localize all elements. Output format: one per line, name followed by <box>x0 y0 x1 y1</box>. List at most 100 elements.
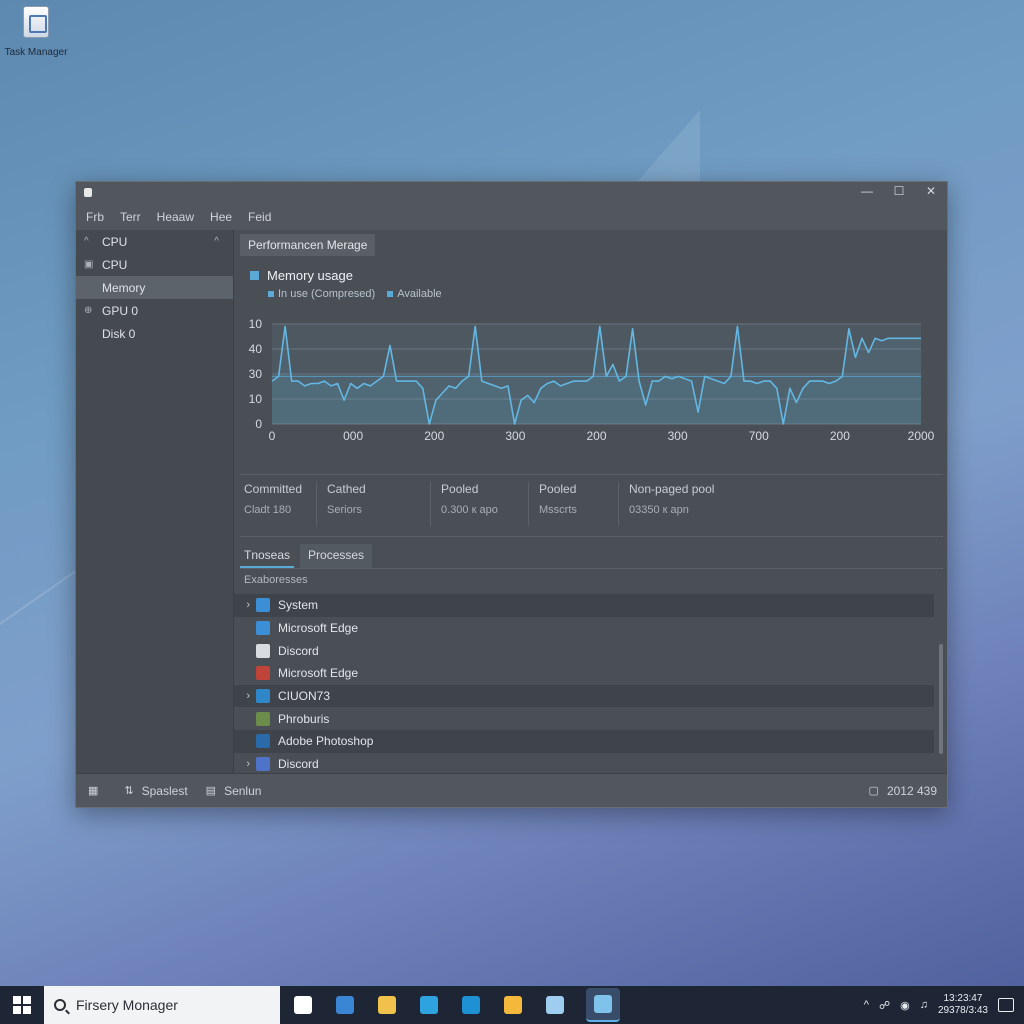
app-icon <box>84 188 92 197</box>
minimize-button[interactable]: — <box>857 184 877 198</box>
taskbar-windows-icon[interactable] <box>292 994 314 1016</box>
process-group-header: Exaboresses <box>244 574 308 586</box>
maximize-button[interactable]: ☐ <box>889 184 909 198</box>
title-bar[interactable]: — ☐ ✕ <box>76 182 947 204</box>
tab-processes-alt[interactable]: Tnoseas <box>240 544 295 568</box>
windows-icon <box>294 996 312 1014</box>
stat-value: Cladt 180 <box>244 504 292 516</box>
table-row[interactable]: › CIUON73 <box>234 684 934 708</box>
tab-performance[interactable]: Performancen Merage <box>240 234 376 256</box>
y-tick-label: 40 <box>249 342 263 356</box>
stat-cached: Cathed Seriors <box>327 482 432 526</box>
menu-item-view[interactable]: Heaaw <box>157 210 194 224</box>
cpu-icon: ▣ <box>84 259 94 270</box>
stat-non-paged-pool: Non-paged pool 03350 к apn <box>629 482 728 526</box>
process-list: › System Microsoft Edge Discord Microsoft Ed… <box>234 594 934 776</box>
sidebar: ^ CPU ^ ▣ CPU Memory ⊕ GPU 0 Disk 0 <box>76 230 234 775</box>
expand-icon[interactable]: › <box>234 690 256 702</box>
sidebar-item-gpu[interactable]: ⊕ GPU 0 <box>76 299 233 322</box>
y-tick-label: 0 <box>255 417 262 431</box>
divider <box>240 536 943 537</box>
taskbar-edge-icon[interactable] <box>418 994 440 1016</box>
status-bar: ▦ ⇅ Spaslest ▤ Senlun ▢ 2012 439 <box>76 773 947 807</box>
sidebar-item-memory[interactable]: Memory <box>76 276 233 299</box>
stat-value: Seriors <box>327 504 362 516</box>
main-panel: Performancen Merage Memory usage In use … <box>234 230 947 775</box>
expand-icon[interactable]: › <box>234 599 256 611</box>
apps-icon <box>546 996 564 1014</box>
stat-label: Non-paged pool <box>629 482 715 496</box>
store-icon <box>336 996 354 1014</box>
stat-pooled: Pooled 0.300 к apo <box>441 482 530 526</box>
status-right-value: 2012 439 <box>886 783 937 798</box>
menu-item-feid[interactable]: Feid <box>248 210 271 224</box>
x-tick-label: 700 <box>749 429 769 443</box>
sidebar-item-cpu-header[interactable]: ^ CPU ^ <box>76 230 233 253</box>
scrollbar[interactable] <box>939 644 943 754</box>
x-tick-label: 300 <box>668 429 688 443</box>
taskbar-folder-icon[interactable] <box>502 994 524 1016</box>
desktop-icon-task-manager[interactable]: Task Manager <box>4 6 68 60</box>
menu-bar: Frb Terr Heaaw Hee Feid <box>76 204 947 230</box>
process-name: Adobe Photoshop <box>278 734 374 749</box>
sidebar-item-label: Memory <box>102 280 146 295</box>
table-row[interactable]: Microsoft Edge <box>234 662 934 685</box>
close-button[interactable]: ✕ <box>921 184 941 198</box>
clock[interactable]: 13:23:47 29378/3:43 <box>938 993 988 1017</box>
location-icon[interactable]: ◉ <box>900 999 910 1012</box>
start-button[interactable] <box>0 986 44 1024</box>
taskbar-edge-icon[interactable] <box>460 994 482 1016</box>
menu-item-help[interactable]: Hee <box>210 210 232 224</box>
stat-label: Cathed <box>327 482 366 496</box>
taskbar-store-icon[interactable] <box>334 994 356 1016</box>
y-tick-label: 10 <box>249 392 263 406</box>
taskbar-search[interactable]: Firsery Monager <box>44 986 280 1024</box>
search-icon <box>54 999 66 1011</box>
divider <box>240 474 943 475</box>
taskbar-apps-icon[interactable] <box>544 994 566 1016</box>
sidebar-item-disk[interactable]: Disk 0 <box>76 322 233 345</box>
table-row[interactable]: Adobe Photoshop <box>234 730 934 753</box>
task-manager-icon <box>594 995 612 1013</box>
network-icon[interactable]: ☍ <box>879 999 890 1012</box>
chevron-up-icon[interactable]: ^ <box>864 999 869 1011</box>
screenshot-icon: ▢ <box>868 785 879 797</box>
windows-icon: ▦ <box>88 785 99 797</box>
process-name: CIUON73 <box>278 689 331 704</box>
memory-stats: Committed Cladt 180 Cathed Seriors Poole… <box>244 482 934 526</box>
volume-icon[interactable]: ♫ <box>920 999 928 1011</box>
status-label: Senlun <box>224 783 262 798</box>
memory-usage-chart: 1040301000 000 200 300 200 300 700 200 2000 <box>249 317 935 443</box>
menu-item-term[interactable]: Terr <box>120 210 141 224</box>
sidebar-item-label: CPU <box>102 234 128 249</box>
edge-icon <box>462 996 480 1014</box>
status-item-printer[interactable]: ▤ Senlun <box>206 784 262 798</box>
menu-item-file[interactable]: Frb <box>86 210 104 224</box>
discord-icon <box>256 757 270 772</box>
taskbar-task-manager-icon[interactable] <box>586 988 620 1022</box>
expand-icon[interactable]: › <box>234 758 256 770</box>
stat-label: Committed <box>244 482 303 496</box>
table-row[interactable]: Discord <box>234 639 934 662</box>
table-row[interactable]: › System <box>234 594 934 617</box>
divider <box>240 568 943 569</box>
snapshot-icon: ⇅ <box>124 785 134 797</box>
y-tick-label: 30 <box>249 367 263 381</box>
stat-value: Msscrts <box>539 504 577 516</box>
x-tick-label: 200 <box>586 429 606 443</box>
chevron-up-icon: ^ <box>84 236 89 247</box>
stat-committed: Committed Cladt 180 <box>244 482 318 526</box>
table-row[interactable]: Phroburis <box>234 707 934 730</box>
tab-processes[interactable]: Processes <box>300 544 373 568</box>
process-name: Discord <box>278 643 319 658</box>
process-name: Phroburis <box>278 711 330 726</box>
table-row[interactable]: Microsoft Edge <box>234 617 934 640</box>
sidebar-item-label: Disk 0 <box>102 326 136 341</box>
status-item-snapshot[interactable]: ⇅ Spaslest <box>124 784 187 798</box>
sidebar-item-cpu[interactable]: ▣ CPU <box>76 253 233 276</box>
collapse-icon[interactable]: ^ <box>214 236 219 247</box>
taskbar-folder-icon[interactable] <box>376 994 398 1016</box>
status-item-windows[interactable]: ▦ <box>88 784 106 797</box>
cloud-icon <box>256 689 270 704</box>
notification-icon[interactable] <box>998 998 1014 1012</box>
